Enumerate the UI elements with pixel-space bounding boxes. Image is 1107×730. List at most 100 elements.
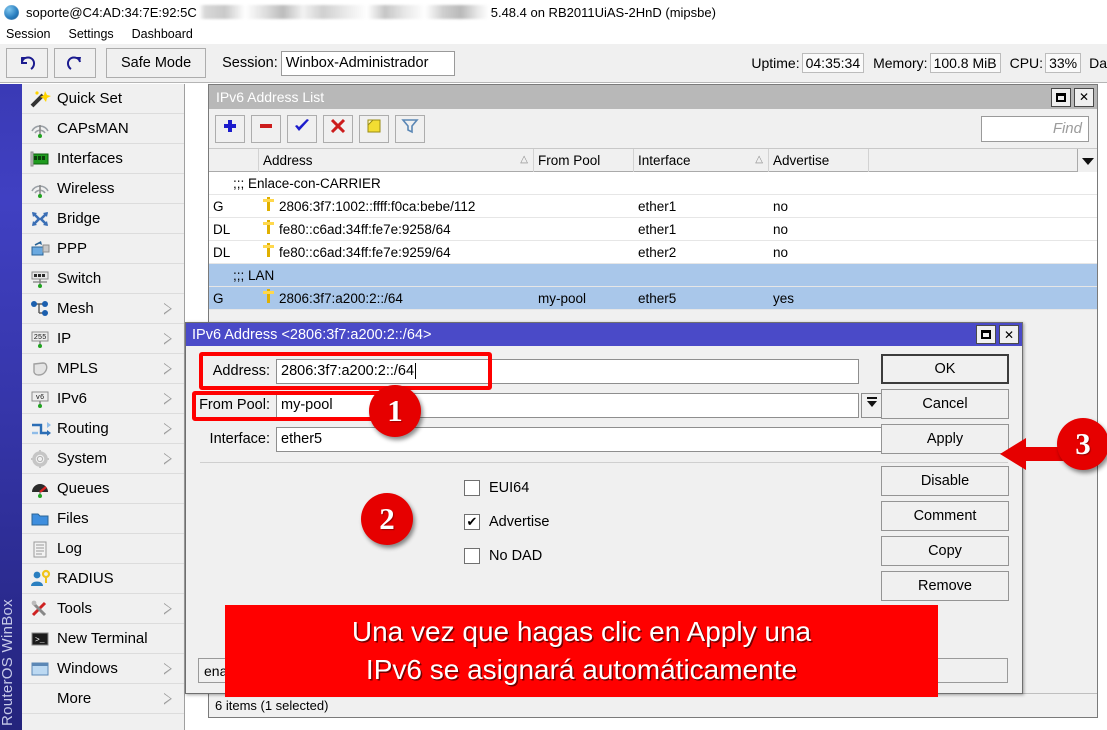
find-input[interactable]: Find xyxy=(981,116,1089,142)
filter-button[interactable] xyxy=(395,115,425,143)
cell-advertise: yes xyxy=(769,287,869,310)
copy-button[interactable]: Copy xyxy=(881,536,1009,566)
add-button[interactable] xyxy=(215,115,245,143)
cell-address: 2806:3f7:1002::ffff:f0ca:bebe/112 xyxy=(259,195,534,218)
sidebar-item-switch[interactable]: Switch xyxy=(22,264,184,294)
cell-pool: my-pool xyxy=(534,287,634,310)
sidebar-item-windows[interactable]: Windows xyxy=(22,654,184,684)
address-label: Address: xyxy=(198,363,276,379)
chevron-right-icon xyxy=(164,393,172,405)
redo-button[interactable] xyxy=(54,48,96,78)
cell-pool xyxy=(534,218,634,241)
from-pool-dropdown-button[interactable] xyxy=(861,393,883,418)
from-pool-input[interactable]: my-pool xyxy=(276,393,859,418)
plus-icon xyxy=(221,117,239,140)
sidebar-item-log[interactable]: Log xyxy=(22,534,184,564)
sidebar-item-mpls[interactable]: MPLS xyxy=(22,354,184,384)
sidebar-item-radius[interactable]: RADIUS xyxy=(22,564,184,594)
table-row[interactable]: G 2806:3f7:1002::ffff:f0ca:bebe/112 ethe… xyxy=(209,195,1097,218)
sidebar-item-ip[interactable]: 255 IP xyxy=(22,324,184,354)
close-icon[interactable]: ✕ xyxy=(999,325,1019,344)
sidebar-item-ipv6[interactable]: v6 IPv6 xyxy=(22,384,184,414)
column-flags[interactable] xyxy=(209,149,259,172)
sidebar-item-capsman[interactable]: CAPsMAN xyxy=(22,114,184,144)
column-interface[interactable]: Interface △ xyxy=(634,149,769,172)
maximize-icon[interactable] xyxy=(1051,88,1071,107)
undo-button[interactable] xyxy=(6,48,48,78)
window-title-suffix: 5.48.4 on RB2011UiAS-2HnD (mipsbe) xyxy=(491,5,716,20)
chevron-down-icon xyxy=(1082,153,1094,168)
advertise-checkbox[interactable]: ✔ xyxy=(464,514,480,530)
cancel-button[interactable]: Cancel xyxy=(881,389,1009,419)
sidebar-item-tools[interactable]: Tools xyxy=(22,594,184,624)
menu-dashboard[interactable]: Dashboard xyxy=(123,27,202,41)
winbox-logo-icon xyxy=(4,5,19,20)
sidebar-item-quick-set[interactable]: Quick Set xyxy=(22,84,184,114)
table-row[interactable]: G 2806:3f7:a200:2::/64 my-pool ether5 ye… xyxy=(209,287,1097,310)
sidebar-item-files[interactable]: Files xyxy=(22,504,184,534)
dialog-title: IPv6 Address <2806:3f7:a200:2::/64> xyxy=(192,327,431,343)
session-input[interactable]: Winbox-Administrador xyxy=(281,51,455,76)
remove-button[interactable]: Remove xyxy=(881,571,1009,601)
comment-button[interactable] xyxy=(359,115,389,143)
column-address[interactable]: Address △ xyxy=(259,149,534,172)
antenna-icon xyxy=(27,178,53,200)
column-from-pool[interactable]: From Pool xyxy=(534,149,634,172)
cell-advertise: no xyxy=(769,241,869,264)
sidebar-item-label: Bridge xyxy=(57,210,100,227)
sidebar-item-system[interactable]: System xyxy=(22,444,184,474)
sidebar-item-interfaces[interactable]: Interfaces xyxy=(22,144,184,174)
address-input[interactable]: 2806:3f7:a200:2::/64 xyxy=(276,359,859,384)
sidebar-item-queues[interactable]: Queues xyxy=(22,474,184,504)
maximize-icon[interactable] xyxy=(976,325,996,344)
instruction-callout: Una vez que hagas clic en Apply una IPv6… xyxy=(225,605,938,697)
sidebar-item-bridge[interactable]: Bridge xyxy=(22,204,184,234)
sidebar-item-label: IP xyxy=(57,330,71,347)
sidebar-item-mesh[interactable]: Mesh xyxy=(22,294,184,324)
sidebar-item-label: IPv6 xyxy=(57,390,87,407)
memory-value: 100.8 MiB xyxy=(930,53,1001,73)
table-row[interactable]: DL fe80::c6ad:34ff:fe7e:9258/64 ether1 n… xyxy=(209,218,1097,241)
text-caret xyxy=(415,363,416,379)
cell-flags: DL xyxy=(209,241,259,264)
sidebar-item-label: Windows xyxy=(57,660,118,677)
cross-icon xyxy=(329,117,347,140)
menu-settings[interactable]: Settings xyxy=(59,27,122,41)
interface-input[interactable]: ether5 xyxy=(276,427,883,452)
safe-mode-button[interactable]: Safe Mode xyxy=(106,48,206,78)
sidebar-item-label: Routing xyxy=(57,420,109,437)
sidebar-item-new-terminal[interactable]: >_ New Terminal xyxy=(22,624,184,654)
sidebar-item-more[interactable]: More xyxy=(22,684,184,714)
column-label: Interface xyxy=(638,153,691,168)
sidebar-item-label: Switch xyxy=(57,270,101,287)
address-table: Address △ From Pool Interface △ Advertis… xyxy=(209,149,1097,310)
table-header-row: Address △ From Pool Interface △ Advertis… xyxy=(209,149,1097,172)
sidebar-item-label: Wireless xyxy=(57,180,115,197)
instruction-line-1: Una vez que hagas clic en Apply una xyxy=(352,613,811,651)
table-row[interactable]: ;;; Enlace-con-CARRIER xyxy=(209,172,1097,195)
eui64-checkbox[interactable] xyxy=(464,480,480,496)
cell-interface: ether1 xyxy=(634,218,769,241)
enable-button[interactable] xyxy=(287,115,317,143)
sidebar-item-wireless[interactable]: Wireless xyxy=(22,174,184,204)
menu-session[interactable]: Session xyxy=(0,27,59,41)
sidebar-item-label: More xyxy=(57,690,91,707)
comment-button[interactable]: Comment xyxy=(881,501,1009,531)
sidebar-item-ppp[interactable]: PPP xyxy=(22,234,184,264)
routing-icon xyxy=(27,418,53,440)
sidebar-item-routing[interactable]: Routing xyxy=(22,414,184,444)
terminal-icon: >_ xyxy=(27,628,53,650)
apply-button[interactable]: Apply xyxy=(881,424,1009,454)
column-chooser-button[interactable] xyxy=(1077,149,1097,172)
ok-button[interactable]: OK xyxy=(881,354,1009,384)
disable-button[interactable]: Disable xyxy=(881,466,1009,496)
table-row[interactable]: ;;; LAN xyxy=(209,264,1097,287)
annotation-badge-1: 1 xyxy=(369,385,421,437)
table-row[interactable]: DL fe80::c6ad:34ff:fe7e:9259/64 ether2 n… xyxy=(209,241,1097,264)
memory-label: Memory: xyxy=(873,55,927,71)
column-advertise[interactable]: Advertise xyxy=(769,149,869,172)
disable-button[interactable] xyxy=(323,115,353,143)
remove-button[interactable] xyxy=(251,115,281,143)
no-dad-checkbox[interactable] xyxy=(464,548,480,564)
close-icon[interactable]: ✕ xyxy=(1074,88,1094,107)
